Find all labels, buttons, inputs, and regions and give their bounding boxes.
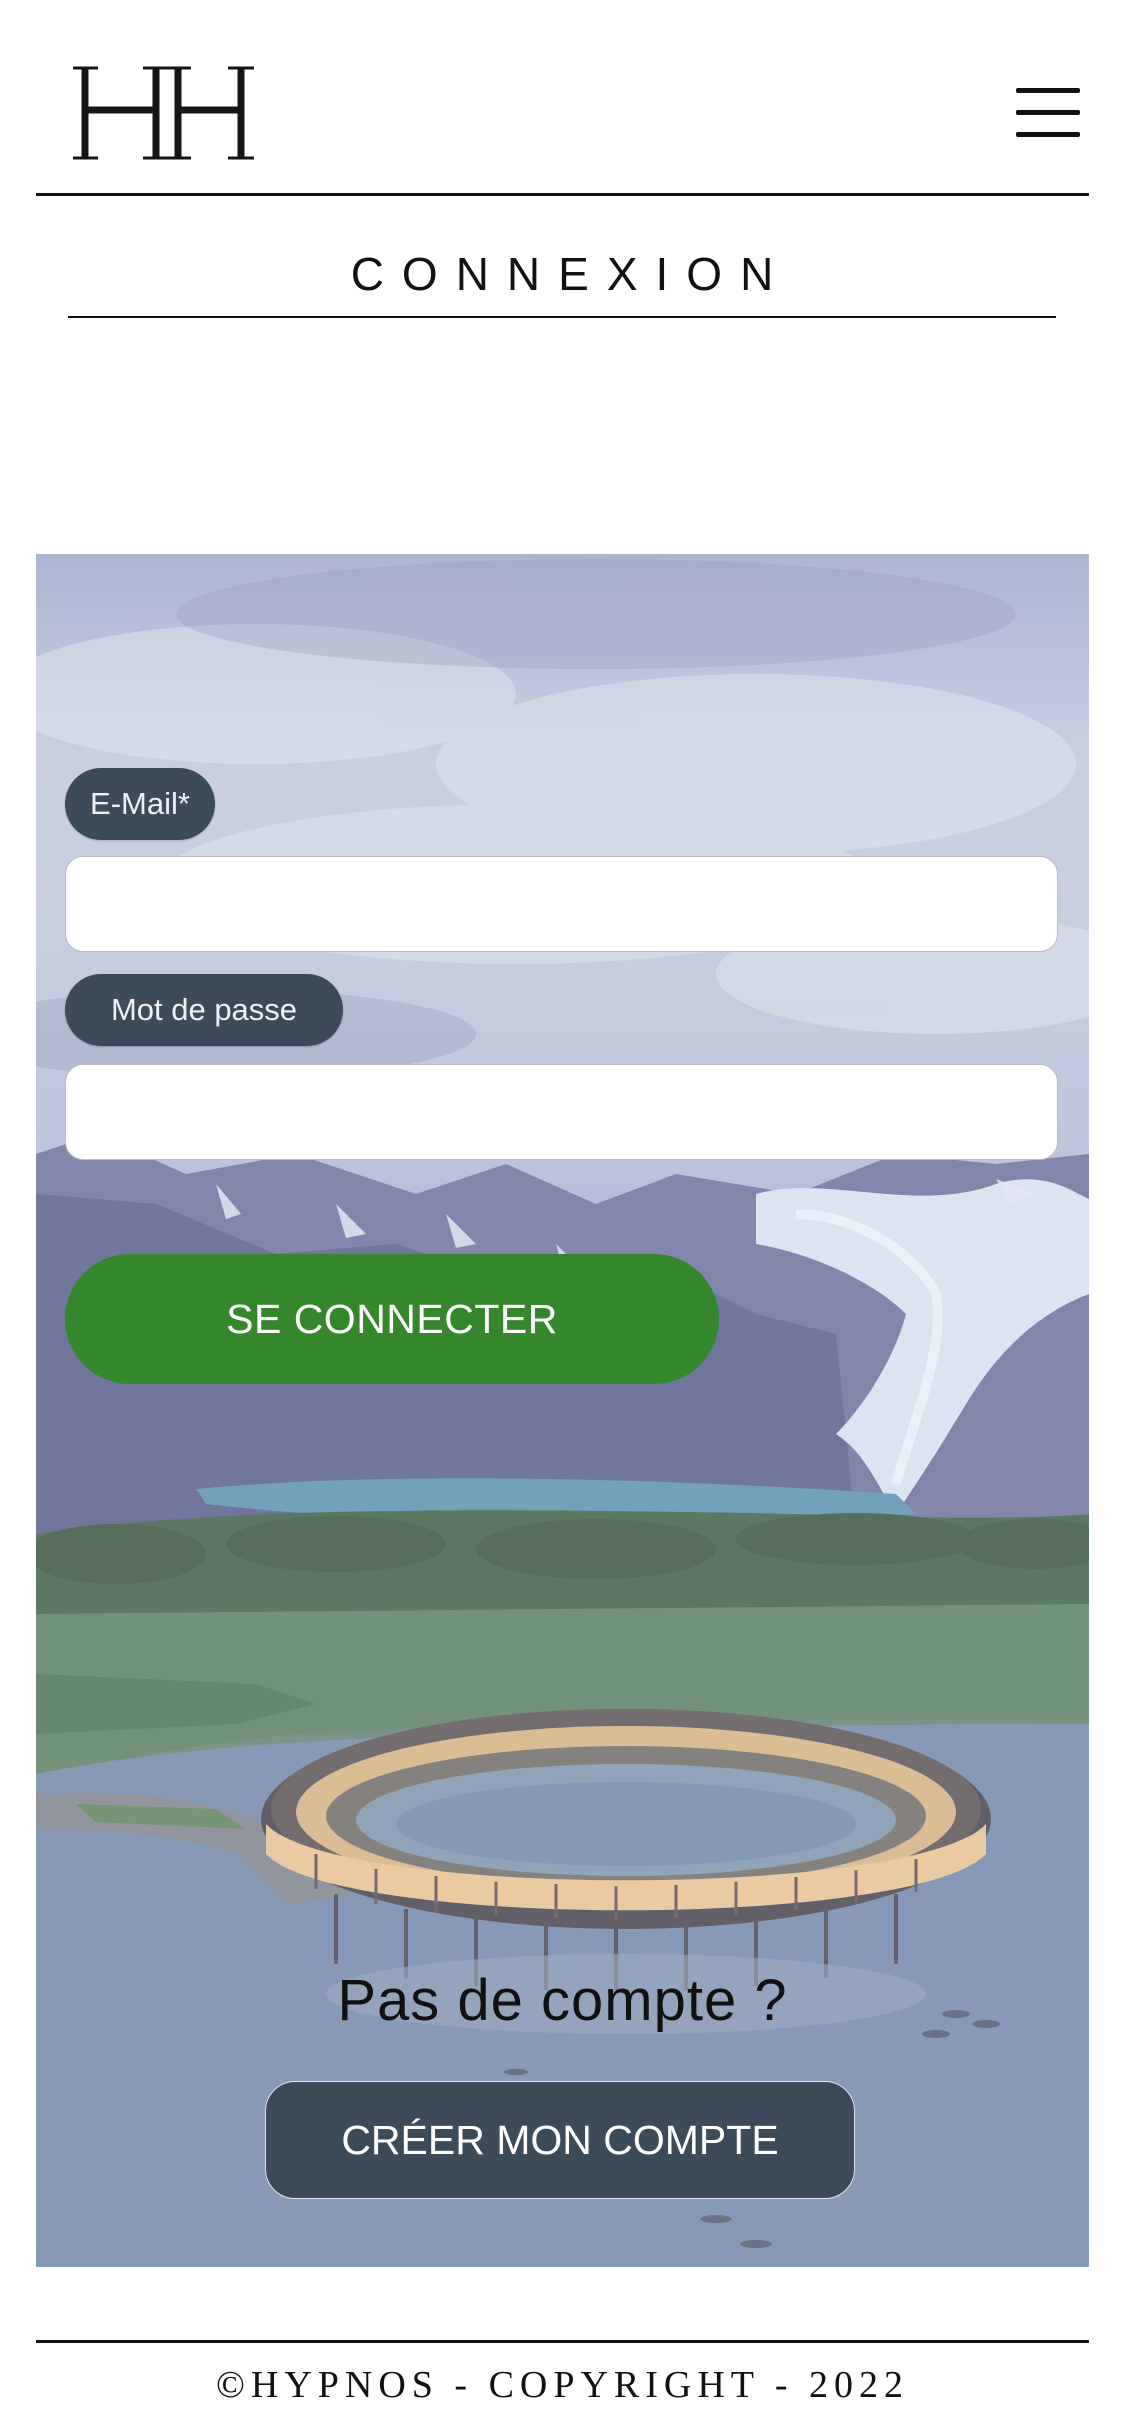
email-input[interactable] — [65, 856, 1058, 952]
password-input[interactable] — [65, 1064, 1058, 1160]
hh-logo[interactable] — [70, 62, 260, 162]
site-header — [36, 0, 1089, 196]
copyright-text: ©HYPNOS - COPYRIGHT - 2022 — [216, 2364, 909, 2406]
password-label: Mot de passe — [65, 974, 343, 1046]
login-hero: E-Mail* Mot de passe SE CONNECTER Pas de… — [36, 554, 1089, 2267]
page-title: CONNEXION — [350, 248, 792, 300]
login-button[interactable]: SE CONNECTER — [65, 1254, 719, 1384]
email-label: E-Mail* — [65, 768, 215, 840]
site-footer: ©HYPNOS - COPYRIGHT - 2022 — [36, 2340, 1089, 2427]
create-account-button[interactable]: CRÉER MON COMPTE — [265, 2081, 855, 2199]
no-account-prompt: Pas de compte ? — [337, 1968, 788, 2033]
hamburger-menu-icon[interactable] — [1016, 88, 1080, 138]
page-title-section: CONNEXION — [68, 228, 1056, 318]
